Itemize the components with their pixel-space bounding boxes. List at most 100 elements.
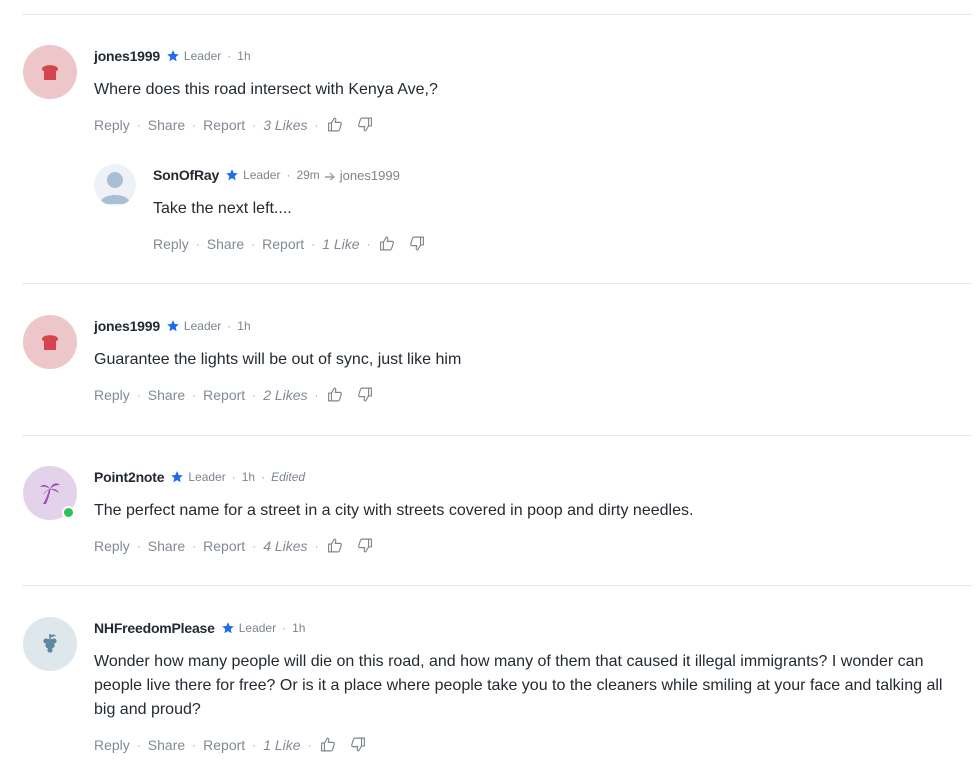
- avatar[interactable]: [23, 315, 77, 369]
- thumbs-down-icon[interactable]: [349, 736, 367, 753]
- avatar[interactable]: [94, 164, 136, 206]
- comment-meta: jones1999 Leader · 1h: [94, 48, 251, 64]
- action-separator: ·: [136, 737, 141, 752]
- comment-meta: Point2note Leader · 1h · Edited: [94, 469, 305, 485]
- reply-meta: SonOfRay Leader · 29m jones1999: [153, 167, 400, 183]
- action-separator: ·: [195, 236, 200, 251]
- reply-button[interactable]: Reply: [94, 387, 130, 403]
- comment-text: Wonder how many people will die on this …: [94, 653, 943, 718]
- action-separator: ·: [251, 236, 256, 251]
- thumbs-up-icon[interactable]: [326, 116, 344, 133]
- action-separator: ·: [136, 117, 141, 132]
- comment-actions: Reply · Share · Report · 1 Like ·: [153, 235, 426, 252]
- thumbs-down-icon[interactable]: [408, 235, 426, 252]
- share-button[interactable]: Share: [207, 236, 244, 252]
- comment-text: Guarantee the lights will be out of sync…: [94, 351, 462, 368]
- action-separator: ·: [311, 236, 316, 251]
- timestamp: 29m: [296, 168, 320, 182]
- reply-arrow-icon: [324, 172, 335, 180]
- action-separator: ·: [252, 538, 257, 553]
- action-separator: ·: [192, 387, 197, 402]
- leader-badge: Leader: [183, 319, 222, 333]
- reply-button[interactable]: Reply: [94, 117, 130, 133]
- avatar[interactable]: [23, 45, 77, 99]
- top-divider: [22, 14, 972, 15]
- action-separator: ·: [252, 737, 257, 752]
- reply-button[interactable]: Reply: [94, 538, 130, 554]
- comment-divider: [22, 585, 972, 586]
- timestamp: 1h: [292, 621, 306, 635]
- timestamp: 1h: [237, 319, 251, 333]
- action-separator: ·: [314, 117, 319, 132]
- username[interactable]: jones1999: [94, 318, 160, 334]
- comment-text: Take the next left....: [153, 200, 292, 217]
- report-button[interactable]: Report: [203, 387, 245, 403]
- report-button[interactable]: Report: [262, 236, 304, 252]
- leader-badge: Leader: [188, 470, 226, 484]
- thumbs-down-icon[interactable]: [356, 116, 374, 133]
- reply-button[interactable]: Reply: [94, 737, 130, 753]
- action-separator: ·: [136, 387, 141, 402]
- meta-separator: ·: [227, 319, 232, 333]
- star-icon: [166, 49, 180, 63]
- reply-to[interactable]: jones1999: [324, 168, 400, 183]
- comment-text: Where does this road intersect with Keny…: [94, 81, 438, 98]
- timestamp: 1h: [241, 470, 256, 484]
- report-button[interactable]: Report: [203, 538, 245, 554]
- timestamp: 1h: [237, 49, 251, 63]
- share-button[interactable]: Share: [148, 387, 185, 403]
- reply-button[interactable]: Reply: [153, 236, 189, 252]
- user-silhouette-icon: [100, 172, 130, 204]
- meta-separator: ·: [227, 49, 232, 63]
- meta-separator: ·: [286, 168, 291, 182]
- thumbs-up-icon[interactable]: [319, 736, 337, 753]
- likes-count: 1 Like: [263, 736, 301, 753]
- star-icon: [166, 319, 180, 333]
- comment-actions: Reply · Share · Report · 3 Likes ·: [94, 116, 374, 133]
- meta-separator: ·: [231, 470, 236, 484]
- leader-badge: Leader: [238, 621, 277, 635]
- action-separator: ·: [192, 538, 197, 553]
- bread-icon: [42, 65, 58, 80]
- username[interactable]: NHFreedomPlease: [94, 620, 215, 636]
- thumbs-down-icon[interactable]: [356, 537, 374, 554]
- action-separator: ·: [252, 387, 257, 402]
- likes-count: 2 Likes: [263, 386, 308, 403]
- thumbs-down-icon[interactable]: [356, 386, 374, 403]
- likes-count: 4 Likes: [263, 537, 308, 554]
- comment-actions: Reply · Share · Report · 4 Likes ·: [94, 537, 374, 554]
- username[interactable]: jones1999: [94, 48, 160, 64]
- username[interactable]: SonOfRay: [153, 167, 219, 183]
- edited-label: Edited: [271, 470, 306, 484]
- bread-icon: [42, 335, 58, 350]
- username[interactable]: Point2note: [94, 469, 165, 485]
- action-separator: ·: [192, 737, 197, 752]
- thumbs-up-icon[interactable]: [326, 386, 344, 403]
- leader-badge: Leader: [243, 168, 281, 182]
- online-status-indicator: [62, 506, 75, 519]
- action-separator: ·: [192, 117, 197, 132]
- comment-divider: [22, 283, 972, 284]
- avatar[interactable]: [23, 617, 77, 671]
- likes-count: 1 Like: [322, 235, 360, 252]
- thumbs-up-icon[interactable]: [326, 537, 344, 554]
- share-button[interactable]: Share: [148, 117, 185, 133]
- report-button[interactable]: Report: [203, 117, 245, 133]
- likes-count: 3 Likes: [263, 116, 308, 133]
- share-button[interactable]: Share: [148, 538, 185, 554]
- comment-meta: NHFreedomPlease Leader · 1h: [94, 620, 305, 636]
- meta-separator: ·: [282, 621, 287, 635]
- reply-to-username[interactable]: jones1999: [340, 168, 400, 183]
- action-separator: ·: [366, 236, 371, 251]
- share-button[interactable]: Share: [148, 737, 185, 753]
- comment-actions: Reply · Share · Report · 1 Like ·: [94, 736, 367, 753]
- leader-badge: Leader: [183, 49, 222, 63]
- action-separator: ·: [307, 737, 312, 752]
- thumbs-up-icon[interactable]: [378, 235, 396, 252]
- report-button[interactable]: Report: [203, 737, 245, 753]
- action-separator: ·: [314, 387, 319, 402]
- grapes-icon: [43, 634, 57, 653]
- comment-meta: jones1999 Leader · 1h: [94, 318, 251, 334]
- action-separator: ·: [136, 538, 141, 553]
- comment-text: The perfect name for a street in a city …: [94, 502, 694, 519]
